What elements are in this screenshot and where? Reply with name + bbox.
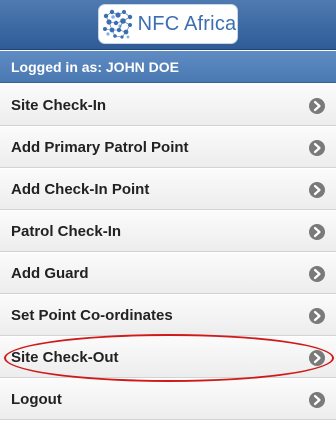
menu-item-label: Patrol Check-In (11, 223, 122, 240)
logged-in-label: Logged in as: JOHN DOE (11, 59, 180, 75)
nfc-africa-logo-icon (102, 9, 132, 39)
chevron-right-icon (309, 392, 325, 408)
menu-item-add-guard[interactable]: Add Guard (0, 252, 336, 294)
menu-item-add-primary-patrol-point[interactable]: Add Primary Patrol Point (0, 126, 336, 168)
menu-item-label: Add Check-In Point (11, 181, 150, 198)
menu-item-label: Set Point Co-ordinates (11, 307, 173, 324)
menu-item-add-check-in-point[interactable]: Add Check-In Point (0, 168, 336, 210)
chevron-right-icon (309, 266, 325, 282)
menu-item-label: Logout (11, 391, 62, 408)
logged-in-bar: Logged in as: JOHN DOE (0, 51, 336, 83)
logo-text: NFC Africa (137, 12, 237, 35)
menu-item-set-point-coordinates[interactable]: Set Point Co-ordinates (0, 294, 336, 336)
chevron-right-icon (309, 224, 325, 240)
chevron-right-icon (309, 308, 325, 324)
chevron-right-icon (309, 140, 325, 156)
chevron-right-icon (309, 182, 325, 198)
menu-item-logout[interactable]: Logout (0, 378, 336, 420)
menu-item-site-check-in[interactable]: Site Check-In (0, 84, 336, 126)
main-menu: Site Check-In Add Primary Patrol Point A… (0, 84, 336, 420)
chevron-right-icon (309, 350, 325, 366)
logo: NFC Africa (98, 4, 238, 44)
chevron-right-icon (309, 98, 325, 114)
menu-item-label: Add Guard (11, 265, 89, 282)
menu-item-label: Site Check-Out (11, 349, 119, 366)
menu-item-label: Site Check-In (11, 97, 107, 114)
menu-item-site-check-out[interactable]: Site Check-Out (0, 336, 336, 378)
menu-item-label: Add Primary Patrol Point (11, 139, 189, 156)
app-header: NFC Africa (0, 0, 336, 50)
menu-item-patrol-check-in[interactable]: Patrol Check-In (0, 210, 336, 252)
